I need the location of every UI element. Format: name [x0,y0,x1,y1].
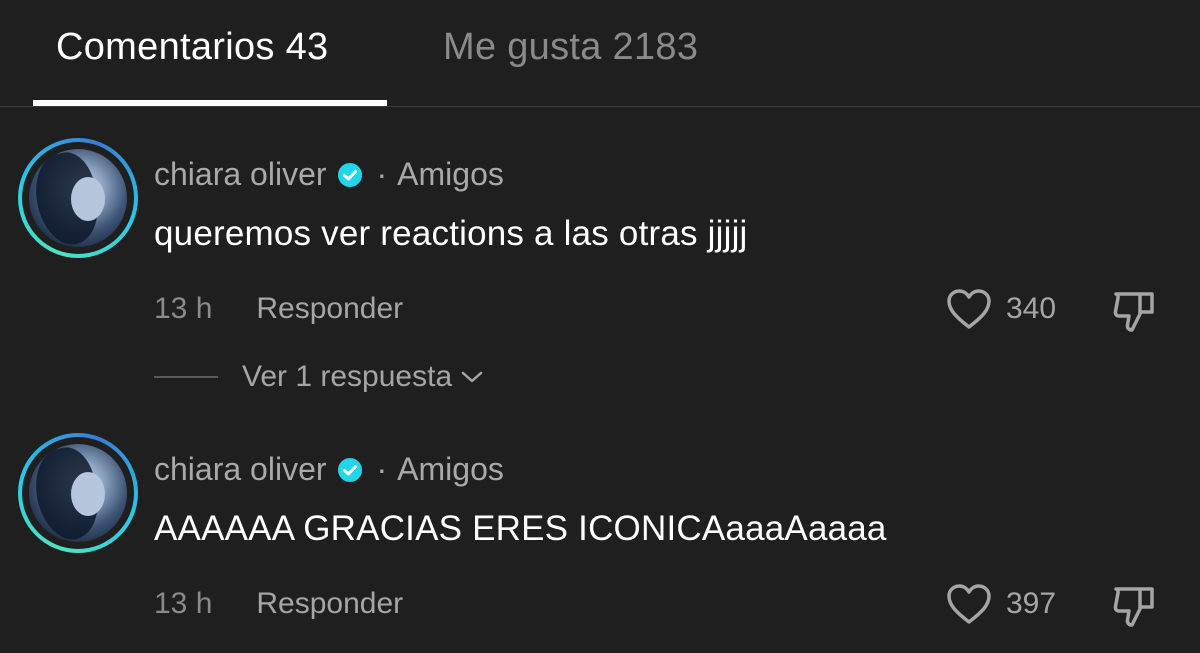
dislike-icon[interactable] [1110,581,1158,629]
tab-likes[interactable]: Me gusta 2183 [443,26,698,69]
comment-header: chiara oliver · Amigos [154,451,504,488]
like-button[interactable]: 340 [946,288,1056,330]
comment-text: AAAAAA GRACIAS ERES ICONICAaaaAaaaa [154,509,887,548]
reply-button[interactable]: Responder [256,587,403,621]
like-count: 397 [1006,587,1057,620]
chevron-down-icon [461,371,483,383]
comment-time: 13 h [154,587,213,620]
verified-badge-icon [337,162,362,187]
avatar-photo [29,149,127,247]
view-replies-toggle[interactable]: Ver 1 respuesta [154,360,484,394]
comment-meta: 13 h Responder [154,587,403,621]
reply-button[interactable]: Responder [256,292,403,326]
comment-time: 13 h [154,292,213,325]
view-replies-label: Ver 1 respuesta [242,360,453,393]
comment-meta: 13 h Responder [154,292,403,326]
comment-text: queremos ver reactions a las otras jjjjj [154,214,748,253]
avatar-inner [22,437,134,549]
comments-tab-bar: Comentarios 43 Me gusta 2183 [0,0,1200,107]
verified-badge-icon [337,457,362,482]
avatar-inner [22,142,134,254]
separator-dot: · [376,451,388,487]
like-button[interactable]: 397 [946,583,1056,625]
relation-label: Amigos [397,451,504,487]
heart-icon [947,584,991,624]
separator-dot: · [376,156,388,192]
tab-comments[interactable]: Comentarios 43 [56,26,328,69]
like-count: 340 [1006,292,1057,325]
relation-label: Amigos [397,156,504,192]
comment-header: chiara oliver · Amigos [154,156,504,193]
avatar-photo [29,444,127,542]
author-name[interactable]: chiara oliver [154,451,327,488]
avatar[interactable] [18,433,138,553]
avatar[interactable] [18,138,138,258]
author-name[interactable]: chiara oliver [154,156,327,193]
active-tab-indicator [33,100,387,106]
heart-icon [947,289,991,329]
replies-divider-line [154,376,218,378]
dislike-icon[interactable] [1110,286,1158,334]
